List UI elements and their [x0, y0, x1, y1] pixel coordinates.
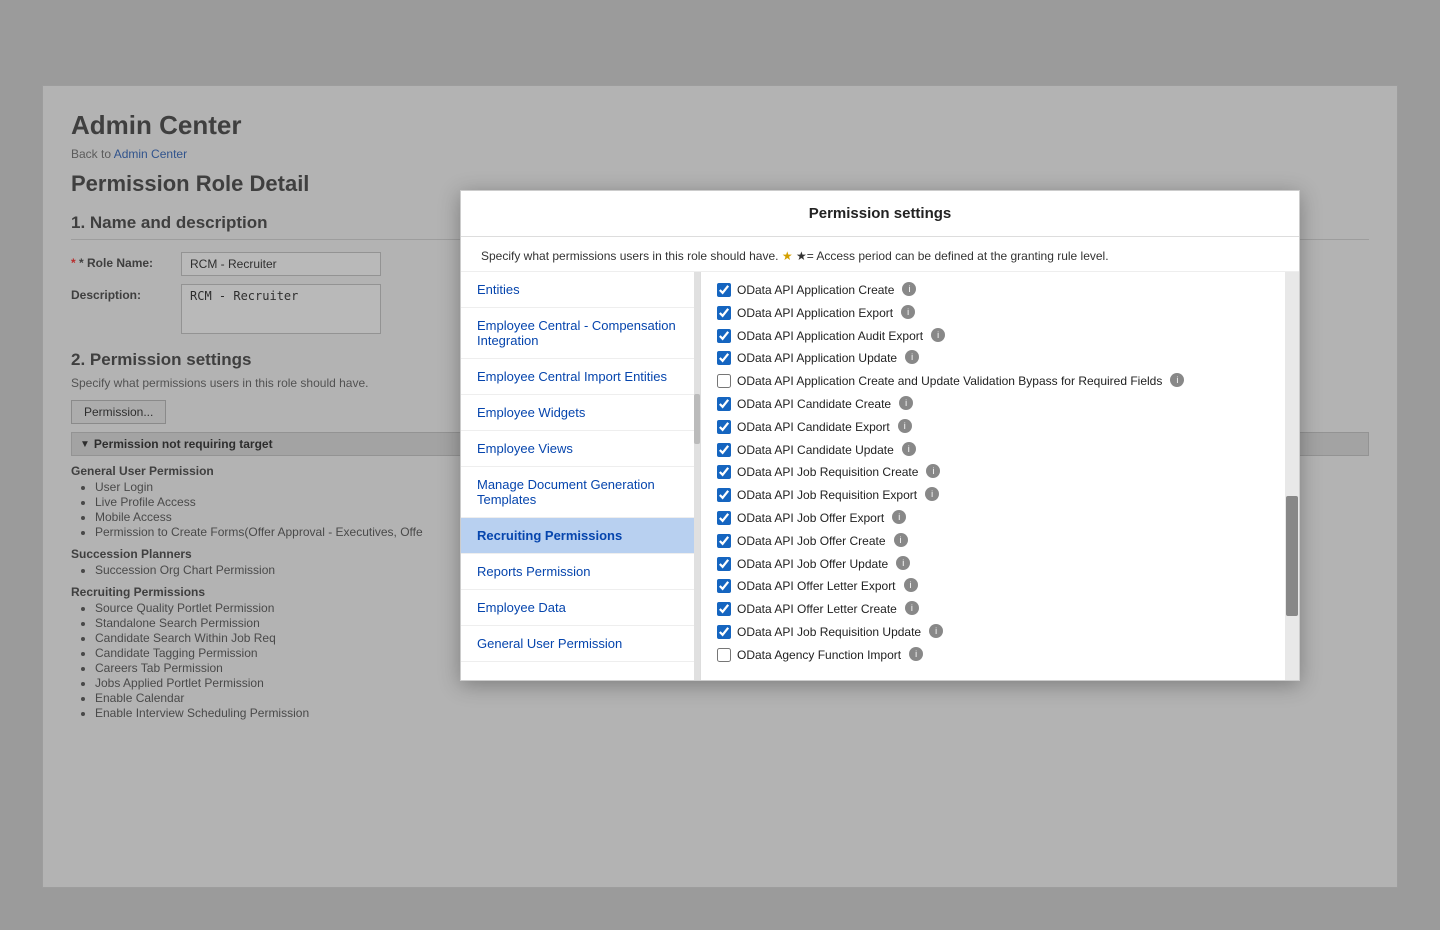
perm-label-candidate-create: OData API Candidate Create: [737, 396, 891, 413]
info-icon[interactable]: i: [905, 601, 919, 615]
info-icon[interactable]: i: [902, 282, 916, 296]
perm-label-candidate-update: OData API Candidate Update: [737, 442, 894, 459]
perm-row-app-create: OData API Application Create i: [717, 282, 1283, 299]
perm-row-joboffer-export: OData API Job Offer Export i: [717, 510, 1283, 527]
right-scrollbar-track: [1285, 272, 1299, 680]
perm-row-app-audit: OData API Application Audit Export i: [717, 328, 1283, 345]
perm-label-app-update: OData API Application Update: [737, 350, 897, 367]
perm-label-joboffer-export: OData API Job Offer Export: [737, 510, 884, 527]
checkbox-jobreq-create[interactable]: [717, 465, 731, 479]
info-icon[interactable]: i: [909, 647, 923, 661]
perm-row-offerletter-export: OData API Offer Letter Export i: [717, 578, 1283, 595]
perm-label-app-bypass: OData API Application Create and Update …: [737, 373, 1162, 390]
nav-item-recruiting[interactable]: Recruiting Permissions: [461, 518, 700, 554]
checkbox-app-bypass[interactable]: [717, 374, 731, 388]
info-icon[interactable]: i: [899, 396, 913, 410]
perm-row-app-update: OData API Application Update i: [717, 350, 1283, 367]
checkbox-agency-import[interactable]: [717, 648, 731, 662]
nav-item-employee-views[interactable]: Employee Views: [461, 431, 700, 467]
perm-label-jobreq-export: OData API Job Requisition Export: [737, 487, 917, 504]
perm-label-agency-import: OData Agency Function Import: [737, 647, 901, 664]
checkbox-candidate-update[interactable]: [717, 443, 731, 457]
checkbox-jobreq-update[interactable]: [717, 625, 731, 639]
info-icon[interactable]: i: [925, 487, 939, 501]
perm-row-jobreq-export: OData API Job Requisition Export i: [717, 487, 1283, 504]
perm-label-offerletter-create: OData API Offer Letter Create: [737, 601, 897, 618]
nav-item-ec-compensation[interactable]: Employee Central - Compensation Integrat…: [461, 308, 700, 359]
checkbox-joboffer-export[interactable]: [717, 511, 731, 525]
checkbox-joboffer-update[interactable]: [717, 557, 731, 571]
checkbox-app-export[interactable]: [717, 306, 731, 320]
perm-row-jobreq-create: OData API Job Requisition Create i: [717, 464, 1283, 481]
perm-label-app-audit: OData API Application Audit Export: [737, 328, 923, 345]
perm-row-candidate-update: OData API Candidate Update i: [717, 442, 1283, 459]
nav-item-reports[interactable]: Reports Permission: [461, 554, 700, 590]
checkbox-jobreq-export[interactable]: [717, 488, 731, 502]
perm-label-offerletter-export: OData API Offer Letter Export: [737, 578, 896, 595]
checkbox-candidate-create[interactable]: [717, 397, 731, 411]
info-icon[interactable]: i: [926, 464, 940, 478]
perm-label-joboffer-create: OData API Job Offer Create: [737, 533, 886, 550]
perm-label-candidate-export: OData API Candidate Export: [737, 419, 890, 436]
nav-item-employee-data[interactable]: Employee Data: [461, 590, 700, 626]
perm-row-app-bypass: OData API Application Create and Update …: [717, 373, 1283, 390]
info-icon[interactable]: i: [892, 510, 906, 524]
perm-row-agency-import: OData Agency Function Import i: [717, 647, 1283, 664]
permission-settings-modal: Permission settings Specify what permiss…: [460, 190, 1300, 681]
nav-item-ec-import[interactable]: Employee Central Import Entities: [461, 359, 700, 395]
perm-row-candidate-create: OData API Candidate Create i: [717, 396, 1283, 413]
modal-intro: Specify what permissions users in this r…: [461, 237, 1299, 272]
info-icon[interactable]: i: [905, 350, 919, 364]
right-scrollbar-thumb: [1286, 496, 1298, 616]
checkbox-app-audit[interactable]: [717, 329, 731, 343]
perm-row-offerletter-create: OData API Offer Letter Create i: [717, 601, 1283, 618]
info-icon[interactable]: i: [896, 556, 910, 570]
modal-right-content: OData API Application Create i OData API…: [701, 272, 1299, 680]
info-icon[interactable]: i: [894, 533, 908, 547]
perm-label-jobreq-create: OData API Job Requisition Create: [737, 464, 918, 481]
modal-intro-star-text: ★= Access period can be defined at the g…: [796, 249, 1109, 263]
left-scrollbar-thumb: [694, 394, 700, 444]
info-icon[interactable]: i: [1170, 373, 1184, 387]
perm-label-app-create: OData API Application Create: [737, 282, 894, 299]
perm-row-app-export: OData API Application Export i: [717, 305, 1283, 322]
checkbox-offerletter-create[interactable]: [717, 602, 731, 616]
info-icon[interactable]: i: [929, 624, 943, 638]
checkbox-candidate-export[interactable]: [717, 420, 731, 434]
perm-row-jobreq-update: OData API Job Requisition Update i: [717, 624, 1283, 641]
modal-body: Entities Employee Central - Compensation…: [461, 272, 1299, 680]
nav-item-manage-doc[interactable]: Manage Document Generation Templates: [461, 467, 700, 518]
nav-item-employee-widgets[interactable]: Employee Widgets: [461, 395, 700, 431]
perm-label-jobreq-update: OData API Job Requisition Update: [737, 624, 921, 641]
modal-left-nav: Entities Employee Central - Compensation…: [461, 272, 701, 680]
modal-intro-text: Specify what permissions users in this r…: [481, 249, 778, 263]
perm-row-joboffer-create: OData API Job Offer Create i: [717, 533, 1283, 550]
info-icon[interactable]: i: [898, 419, 912, 433]
checkbox-offerletter-export[interactable]: [717, 579, 731, 593]
perm-row-joboffer-update: OData API Job Offer Update i: [717, 556, 1283, 573]
perm-label-joboffer-update: OData API Job Offer Update: [737, 556, 888, 573]
perm-label-app-export: OData API Application Export: [737, 305, 893, 322]
perm-row-candidate-export: OData API Candidate Export i: [717, 419, 1283, 436]
nav-item-entities[interactable]: Entities: [461, 272, 700, 308]
info-icon[interactable]: i: [931, 328, 945, 342]
info-icon[interactable]: i: [902, 442, 916, 456]
checkbox-app-update[interactable]: [717, 351, 731, 365]
info-icon[interactable]: i: [901, 305, 915, 319]
checkbox-joboffer-create[interactable]: [717, 534, 731, 548]
nav-item-general-user[interactable]: General User Permission: [461, 626, 700, 662]
info-icon[interactable]: i: [904, 578, 918, 592]
checkbox-app-create[interactable]: [717, 283, 731, 297]
left-scrollbar-track: [694, 272, 700, 680]
modal-header: Permission settings: [461, 191, 1299, 237]
modal-intro-star: ★: [782, 249, 793, 263]
